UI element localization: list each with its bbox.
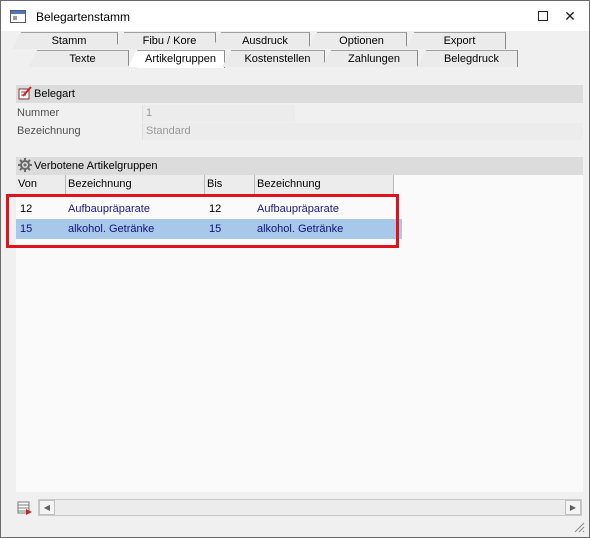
tab-ausdruck[interactable]: Ausdruck: [212, 32, 310, 49]
tab-texte[interactable]: Texte: [28, 50, 129, 67]
tab-fibu-kore[interactable]: Fibu / Kore: [115, 32, 216, 49]
column-header-von-bezeichnung[interactable]: Bezeichnung: [66, 175, 205, 195]
nummer-row: Nummer 1: [16, 105, 583, 122]
tab-export[interactable]: Export: [405, 32, 506, 49]
tab-belegdruck[interactable]: Belegdruck: [417, 50, 518, 67]
highlight-annotation-box: [6, 194, 399, 248]
window-title: Belegartenstamm: [36, 10, 131, 24]
nummer-label: Nummer: [17, 107, 60, 119]
verbotene-section-header: Verbotene Artikelgruppen: [16, 157, 583, 175]
verbotene-title: Verbotene Artikelgruppen: [34, 160, 158, 172]
scroll-left-button[interactable]: ◀: [39, 500, 55, 515]
column-header-bis[interactable]: Bis: [205, 175, 255, 195]
belegartenstamm-window: Belegartenstamm ✕ Stamm Fibu / Kore Ausd…: [0, 0, 590, 538]
pencil-edit-icon: [18, 86, 32, 100]
nummer-field[interactable]: 1: [142, 105, 295, 122]
tab-optionen[interactable]: Optionen: [308, 32, 407, 49]
tab-zahlungen[interactable]: Zahlungen: [322, 50, 418, 67]
tab-artikelgruppen[interactable]: Artikelgruppen: [128, 50, 225, 68]
bezeichnung-row: Bezeichnung Standard: [16, 123, 583, 140]
chevron-left-icon: ◀: [43, 503, 51, 512]
maximize-icon: [538, 11, 548, 21]
close-icon: ✕: [564, 8, 576, 24]
tab-kostenstellen[interactable]: Kostenstellen: [222, 50, 325, 67]
app-window-icon: [10, 10, 26, 23]
grid-footer: ◀ ▶: [16, 499, 583, 518]
tab-row-bottom: Texte Artikelgruppen Kostenstellen Zahlu…: [1, 50, 589, 68]
column-header-von[interactable]: Von: [16, 175, 66, 195]
scroll-right-button[interactable]: ▶: [565, 500, 581, 515]
horizontal-scrollbar[interactable]: ◀ ▶: [38, 499, 582, 516]
close-button[interactable]: ✕: [555, 1, 585, 31]
belegart-title: Belegart: [34, 88, 75, 100]
bezeichnung-label: Bezeichnung: [17, 125, 81, 137]
gear-icon: [18, 158, 32, 172]
belegart-section-header: Belegart: [16, 85, 583, 103]
tab-stamm[interactable]: Stamm: [12, 32, 118, 49]
title-bar: Belegartenstamm ✕: [1, 1, 589, 31]
column-header-bis-bezeichnung[interactable]: Bezeichnung: [255, 175, 394, 195]
chevron-right-icon: ▶: [569, 503, 577, 512]
tab-row-top: Stamm Fibu / Kore Ausdruck Optionen Expo…: [1, 32, 589, 50]
tab-content-artikelgruppen: Belegart Nummer 1 Bezeichnung Standard V: [8, 68, 583, 532]
grid-options-icon[interactable]: [17, 501, 33, 515]
resize-grip-icon[interactable]: [573, 521, 585, 533]
bezeichnung-field[interactable]: Standard: [142, 123, 583, 140]
maximize-button[interactable]: [528, 1, 558, 31]
